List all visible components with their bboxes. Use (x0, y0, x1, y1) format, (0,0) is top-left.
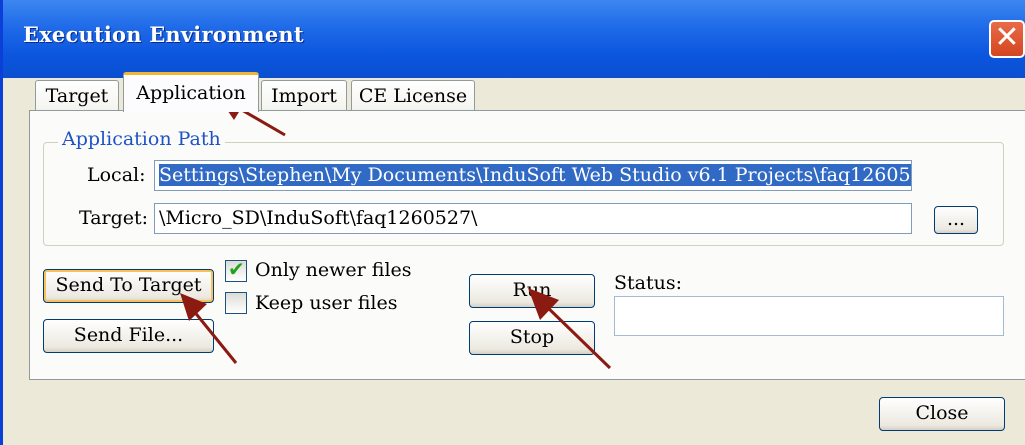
keep-user-files-checkbox[interactable] (225, 292, 247, 314)
stop-label: Stop (509, 326, 555, 348)
browse-button[interactable]: ... (934, 206, 978, 234)
stop-button[interactable]: Stop (469, 321, 595, 355)
execution-environment-dialog: Execution Environment ✕ Target Applicati… (0, 0, 1025, 445)
run-button[interactable]: Run (469, 274, 595, 308)
local-path-field[interactable]: Settings\Stephen\My Documents\InduSoft W… (154, 160, 912, 191)
status-label: Status: (614, 272, 683, 294)
send-to-target-button[interactable]: Send To Target (43, 269, 214, 303)
title-bar[interactable]: Execution Environment ✕ (3, 0, 1025, 78)
tab-ce-license[interactable]: CE License (351, 80, 475, 111)
only-newer-files-checkbox[interactable]: ✔ (225, 257, 247, 282)
only-newer-files-label[interactable]: Only newer files (255, 259, 412, 281)
tab-target-label: Target (45, 85, 109, 107)
send-file-label: Send File... (73, 324, 184, 346)
local-label: Local: (87, 164, 146, 186)
browse-button-label: ... (946, 208, 966, 230)
check-icon: ✔ (228, 257, 245, 281)
tab-application-label: Application (136, 82, 246, 104)
run-label: Run (512, 279, 552, 301)
tab-import[interactable]: Import (261, 80, 347, 111)
close-icon[interactable]: ✕ (989, 20, 1025, 58)
target-path-field[interactable]: \Micro_SD\InduSoft\faq1260527\ (154, 203, 912, 234)
send-to-target-label: Send To Target (55, 274, 202, 296)
status-field (614, 296, 1004, 336)
close-button[interactable]: Close (879, 397, 1005, 431)
application-path-legend: Application Path (58, 128, 225, 150)
target-path-value: \Micro_SD\InduSoft\faq1260527\ (159, 207, 478, 229)
keep-user-files-label[interactable]: Keep user files (255, 292, 397, 314)
tab-application[interactable]: Application (123, 72, 259, 112)
local-path-value: Settings\Stephen\My Documents\InduSoft W… (159, 164, 911, 186)
close-button-label: Close (915, 402, 969, 424)
send-file-button[interactable]: Send File... (43, 319, 214, 353)
tab-target[interactable]: Target (35, 80, 119, 111)
window-title: Execution Environment (23, 22, 304, 47)
target-label: Target: (79, 207, 149, 229)
tab-import-label: Import (271, 85, 337, 107)
tab-ce-license-label: CE License (358, 85, 468, 107)
